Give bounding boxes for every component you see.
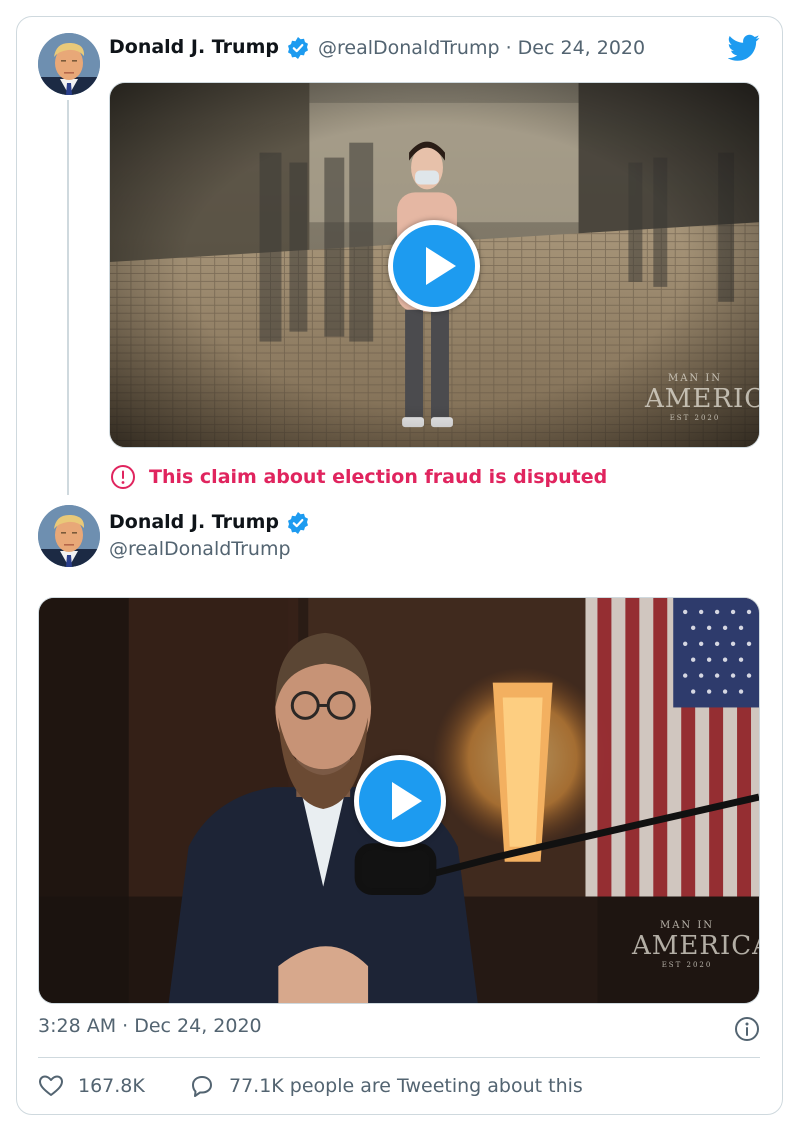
exclamation-circle-icon bbox=[111, 465, 135, 489]
watermark-main: AMERICA bbox=[645, 384, 759, 414]
man-in-america-watermark: MAN IN AMERICA EST 2020 bbox=[632, 920, 760, 969]
author-handle[interactable]: @realDonaldTrump bbox=[109, 538, 291, 560]
video-player[interactable]: MAN IN AMERICA EST 2020 bbox=[38, 597, 760, 1004]
tweet-header-meta: @realDonaldTrump · Dec 24, 2020 bbox=[318, 37, 645, 59]
author-name[interactable]: Donald J. Trump bbox=[109, 511, 279, 533]
watermark-bottom: EST 2020 bbox=[669, 414, 721, 422]
play-button[interactable] bbox=[388, 220, 480, 312]
watermark-top: MAN IN bbox=[659, 920, 715, 931]
heart-icon bbox=[39, 1075, 63, 1096]
tweet-timestamp[interactable]: 3:28 AM · Dec 24, 2020 bbox=[38, 1015, 262, 1037]
disputed-claim-label[interactable]: This claim about election fraud is dispu… bbox=[149, 466, 607, 488]
info-icon[interactable] bbox=[734, 1016, 760, 1042]
conversation-count-label: 77.1K people are Tweeting about this bbox=[229, 1075, 583, 1097]
author-name[interactable]: Donald J. Trump bbox=[109, 36, 279, 58]
play-button[interactable] bbox=[354, 755, 446, 847]
author-handle[interactable]: @realDonaldTrump bbox=[318, 37, 500, 59]
verified-badge-icon bbox=[288, 512, 308, 534]
watermark-top: MAN IN bbox=[667, 373, 723, 384]
like-button[interactable]: 167.8K bbox=[38, 1073, 145, 1099]
like-count: 167.8K bbox=[78, 1075, 145, 1097]
thread-connector-line bbox=[67, 100, 69, 495]
video-player[interactable]: MAN IN AMERICA EST 2020 bbox=[109, 82, 760, 448]
man-in-america-watermark: MAN IN AMERICA EST 2020 bbox=[645, 373, 759, 422]
watermark-main: AMERICA bbox=[632, 931, 760, 961]
footer-divider bbox=[38, 1057, 760, 1058]
speech-bubble-icon bbox=[192, 1076, 212, 1097]
author-avatar[interactable] bbox=[38, 33, 100, 95]
author-avatar[interactable] bbox=[38, 505, 100, 567]
disputed-claim-notice[interactable]: This claim about election fraud is dispu… bbox=[110, 463, 607, 491]
watermark-bottom: EST 2020 bbox=[661, 961, 713, 969]
verified-badge-icon bbox=[288, 37, 308, 59]
twitter-bird-icon[interactable] bbox=[728, 34, 760, 62]
meta-separator: · bbox=[505, 37, 512, 59]
conversation-link[interactable]: 77.1K people are Tweeting about this bbox=[189, 1073, 583, 1099]
tweet-date[interactable]: Dec 24, 2020 bbox=[518, 37, 645, 59]
